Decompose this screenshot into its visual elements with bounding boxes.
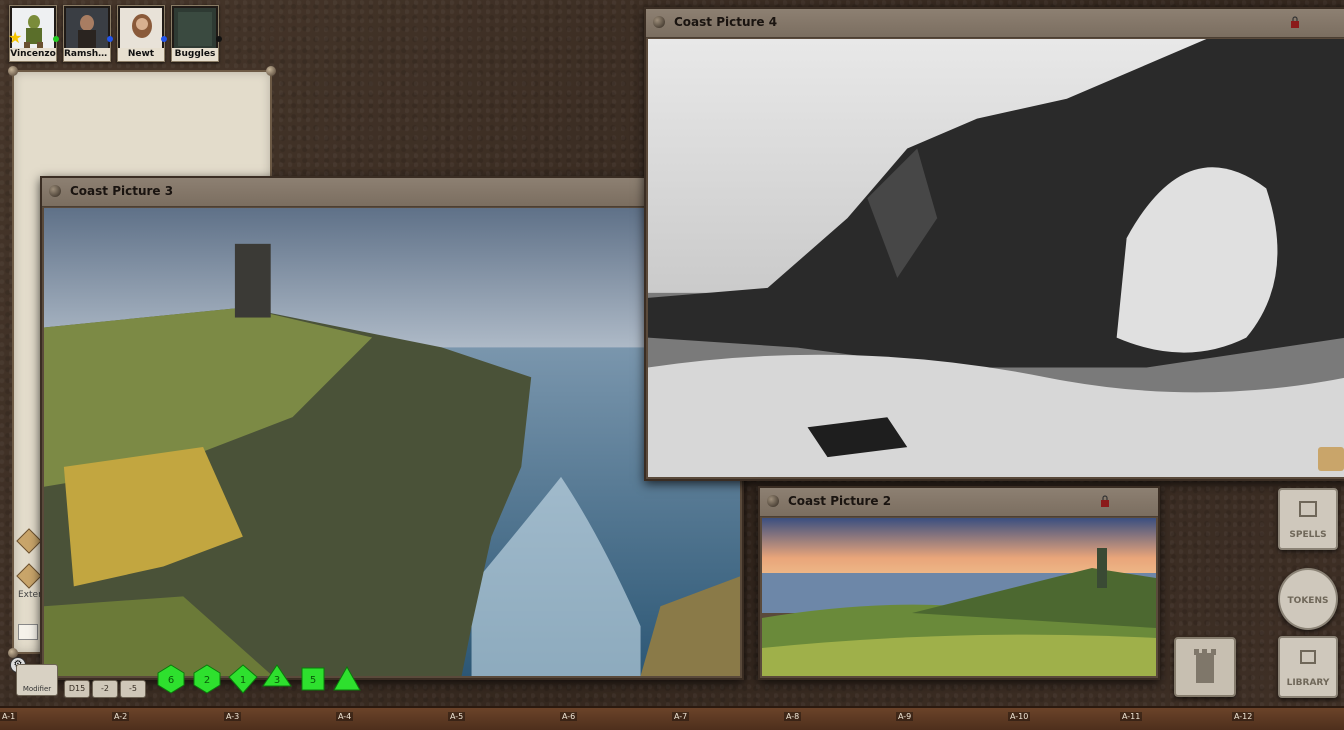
- ruler-label: A-1: [0, 712, 18, 721]
- die-face-label: 2: [204, 675, 210, 686]
- window-titlebar[interactable]: Coast Picture 4: [646, 9, 1344, 38]
- ruler-label: A-12: [1232, 712, 1255, 721]
- grid-ruler: A-1 A-2 A-3 A-4 A-5 A-6 A-7 A-8 A-9 A-10…: [0, 706, 1344, 730]
- ruler-label: A-8: [784, 712, 802, 721]
- ruler-label: A-7: [672, 712, 690, 721]
- status-dot: [161, 36, 167, 42]
- library-label: LIBRARY: [1286, 678, 1330, 688]
- portrait-name: Newt: [118, 48, 164, 61]
- portrait-newt[interactable]: Newt: [117, 5, 165, 62]
- sidebar-partial-field[interactable]: [18, 624, 38, 640]
- rivet-icon: [8, 66, 18, 76]
- ruler-label: A-10: [1008, 712, 1031, 721]
- portrait-buggles[interactable]: Buggles: [171, 5, 219, 62]
- library-icon: [1300, 650, 1316, 664]
- ruler-label: A-2: [112, 712, 130, 721]
- cliff-scene-image: [44, 208, 740, 676]
- rivet-icon: [266, 66, 276, 76]
- status-dot: [53, 36, 59, 42]
- chat-toggle-icon[interactable]: [1318, 447, 1344, 471]
- die-face-label: 6: [168, 675, 174, 686]
- portrait-name: Buggles: [172, 48, 218, 61]
- window-coast-picture-4[interactable]: Coast Picture 4: [644, 7, 1344, 481]
- status-dot: [216, 36, 222, 42]
- status-dot: [107, 36, 113, 42]
- tower-tool-button[interactable]: [1174, 637, 1236, 697]
- portrait-name: Ramsham...: [64, 48, 110, 61]
- character-portrait-image: [120, 8, 162, 50]
- ruler-label: A-11: [1120, 712, 1143, 721]
- portrait-name: Vincenzo: [10, 48, 56, 61]
- ruler-label: A-6: [560, 712, 578, 721]
- d12-die-icon[interactable]: 2: [192, 664, 222, 694]
- die-face-label: 1: [240, 675, 246, 686]
- sunset-landscape-image: [762, 518, 1156, 676]
- die-face-label: 5: [310, 675, 316, 686]
- d4-die-icon[interactable]: [332, 664, 362, 694]
- ruler-label: A-4: [336, 712, 354, 721]
- modifier-label: Modifier: [22, 685, 52, 693]
- d8-die-icon[interactable]: 3: [262, 664, 292, 694]
- lock-icon[interactable]: [1290, 16, 1300, 28]
- portrait-ramsham[interactable]: Ramsham...: [63, 5, 111, 62]
- character-portrait-image: [174, 8, 216, 50]
- modifier-box[interactable]: Modifier: [16, 664, 58, 696]
- sidebar-partial-label: Exter: [18, 590, 42, 600]
- bw-waves-image: [648, 39, 1344, 477]
- spells-label: SPELLS: [1289, 530, 1327, 540]
- lock-icon[interactable]: [1100, 495, 1110, 507]
- tokens-label: TOKENS: [1287, 596, 1329, 606]
- window-coast-picture-2[interactable]: Coast Picture 2: [758, 486, 1160, 680]
- ruler-label: A-3: [224, 712, 242, 721]
- window-titlebar[interactable]: Coast Picture 2: [760, 488, 1158, 517]
- window-title: Coast Picture 3: [70, 184, 174, 198]
- tokens-button[interactable]: TOKENS: [1278, 568, 1338, 630]
- image-coast-cliffs: [44, 208, 740, 676]
- window-title: Coast Picture 2: [788, 494, 892, 508]
- character-portrait-image: [66, 8, 108, 50]
- window-titlebar[interactable]: Coast Picture 3: [42, 178, 742, 207]
- star-icon: ★: [8, 28, 23, 47]
- modifier-minus5-button[interactable]: -5: [120, 680, 146, 698]
- ruler-label: A-9: [896, 712, 914, 721]
- window-coast-picture-3[interactable]: Coast Picture 3: [40, 176, 744, 680]
- spells-button[interactable]: SPELLS: [1278, 488, 1338, 550]
- image-sunset-landscape: [762, 518, 1156, 676]
- d10-die-icon[interactable]: 1: [228, 664, 258, 694]
- d20-die-icon[interactable]: 6: [156, 664, 186, 694]
- window-close-knob-icon[interactable]: [49, 185, 61, 197]
- window-close-knob-icon[interactable]: [653, 16, 665, 28]
- spells-icon: [1299, 501, 1317, 517]
- library-button[interactable]: LIBRARY: [1278, 636, 1338, 698]
- d6-die-icon[interactable]: 5: [298, 664, 328, 694]
- window-title: Coast Picture 4: [674, 15, 778, 29]
- modifier-d15-button[interactable]: D15: [64, 680, 90, 698]
- die-face-label: 3: [274, 675, 280, 686]
- portrait-vincenzo[interactable]: ★ Vincenzo: [8, 5, 57, 62]
- tower-icon: [1194, 649, 1216, 683]
- window-close-knob-icon[interactable]: [767, 495, 779, 507]
- ruler-label: A-5: [448, 712, 466, 721]
- modifier-minus2-button[interactable]: -2: [92, 680, 118, 698]
- image-bw-waves: [648, 39, 1344, 477]
